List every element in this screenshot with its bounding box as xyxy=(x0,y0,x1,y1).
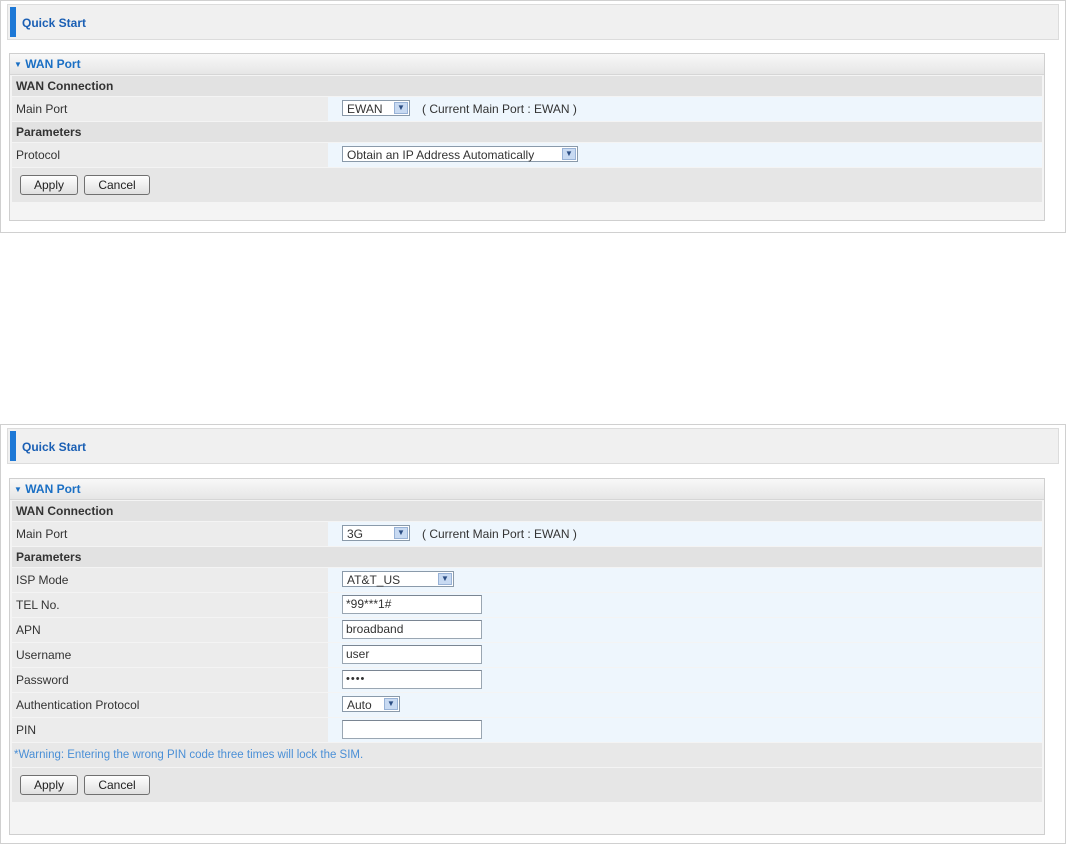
isp-mode-label: ISP Mode xyxy=(12,568,328,592)
apply-button[interactable]: Apply xyxy=(20,175,78,195)
protocol-select-value: Obtain an IP Address Automatically xyxy=(347,148,535,162)
triangle-down-icon: ▼ xyxy=(14,485,22,494)
apn-label: APN xyxy=(12,618,328,642)
wan-port-section: ▼ WAN Port WAN Connection Main Port EWAN… xyxy=(9,53,1045,221)
auth-protocol-row: Authentication Protocol Auto ▼ xyxy=(12,693,1042,717)
current-main-port-note: ( Current Main Port : EWAN ) xyxy=(422,102,577,116)
parameters-heading: Parameters xyxy=(12,547,1042,567)
main-port-select[interactable]: EWAN ▼ xyxy=(342,100,410,116)
main-port-select-value: 3G xyxy=(347,527,364,541)
quick-start-panel-3g: Quick Start ▼ WAN Port WAN Connection Ma… xyxy=(0,424,1066,844)
protocol-select[interactable]: Obtain an IP Address Automatically ▼ xyxy=(342,146,578,162)
username-value-cell: user xyxy=(328,643,1042,667)
main-port-label: Main Port xyxy=(12,97,328,121)
username-label: Username xyxy=(12,643,328,667)
wan-connection-heading: WAN Connection xyxy=(12,501,1042,521)
main-port-select[interactable]: 3G ▼ xyxy=(342,525,410,541)
tel-no-label: TEL No. xyxy=(12,593,328,617)
page-title: Quick Start xyxy=(22,440,87,454)
isp-mode-select-value: AT&T_US xyxy=(347,573,401,587)
main-port-select-value: EWAN xyxy=(347,102,383,116)
tel-no-row: TEL No. *99***1# xyxy=(12,593,1042,617)
current-main-port-note: ( Current Main Port : EWAN ) xyxy=(422,527,577,541)
parameters-heading: Parameters xyxy=(12,122,1042,142)
pin-warning-text: *Warning: Entering the wrong PIN code th… xyxy=(12,743,1042,767)
auth-protocol-select[interactable]: Auto ▼ xyxy=(342,696,400,712)
cancel-button[interactable]: Cancel xyxy=(84,175,150,195)
wan-port-section: ▼ WAN Port WAN Connection Main Port 3G ▼… xyxy=(9,478,1045,835)
password-row: Password •••• xyxy=(12,668,1042,692)
isp-mode-value-cell: AT&T_US ▼ xyxy=(328,568,1042,592)
wan-connection-heading: WAN Connection xyxy=(12,76,1042,96)
cancel-button[interactable]: Cancel xyxy=(84,775,150,795)
button-row: Apply Cancel xyxy=(12,768,1042,802)
username-input[interactable]: user xyxy=(342,645,482,664)
wan-port-title: WAN Port xyxy=(25,482,81,496)
chevron-down-icon[interactable]: ▼ xyxy=(438,573,452,585)
apply-button[interactable]: Apply xyxy=(20,775,78,795)
protocol-label: Protocol xyxy=(12,143,328,167)
triangle-down-icon: ▼ xyxy=(14,60,22,69)
protocol-row: Protocol Obtain an IP Address Automatica… xyxy=(12,143,1042,167)
header-accent-bar xyxy=(10,7,16,37)
chevron-down-icon[interactable]: ▼ xyxy=(394,102,408,114)
main-port-row: Main Port 3G ▼ ( Current Main Port : EWA… xyxy=(12,522,1042,546)
quick-start-header: Quick Start xyxy=(7,428,1059,464)
password-label: Password xyxy=(12,668,328,692)
wan-port-title: WAN Port xyxy=(25,57,81,71)
auth-protocol-value-cell: Auto ▼ xyxy=(328,693,1042,717)
quick-start-header: Quick Start xyxy=(7,4,1059,40)
chevron-down-icon[interactable]: ▼ xyxy=(394,527,408,539)
wan-port-header[interactable]: ▼ WAN Port xyxy=(10,54,1044,75)
auth-protocol-select-value: Auto xyxy=(347,698,372,712)
pin-input[interactable] xyxy=(342,720,482,739)
password-input[interactable]: •••• xyxy=(342,670,482,689)
main-port-value-cell: 3G ▼ ( Current Main Port : EWAN ) xyxy=(328,522,1042,546)
pin-value-cell xyxy=(328,718,1042,742)
quick-start-panel-ewan: Quick Start ▼ WAN Port WAN Connection Ma… xyxy=(0,0,1066,233)
wan-port-header[interactable]: ▼ WAN Port xyxy=(10,479,1044,500)
apn-row: APN broadband xyxy=(12,618,1042,642)
chevron-down-icon[interactable]: ▼ xyxy=(562,148,576,160)
chevron-down-icon[interactable]: ▼ xyxy=(384,698,398,710)
apn-input[interactable]: broadband xyxy=(342,620,482,639)
pin-label: PIN xyxy=(12,718,328,742)
isp-mode-row: ISP Mode AT&T_US ▼ xyxy=(12,568,1042,592)
main-port-value-cell: EWAN ▼ ( Current Main Port : EWAN ) xyxy=(328,97,1042,121)
isp-mode-select[interactable]: AT&T_US ▼ xyxy=(342,571,454,587)
auth-protocol-label: Authentication Protocol xyxy=(12,693,328,717)
apn-value-cell: broadband xyxy=(328,618,1042,642)
header-accent-bar xyxy=(10,431,16,461)
button-row: Apply Cancel xyxy=(12,168,1042,202)
tel-no-value-cell: *99***1# xyxy=(328,593,1042,617)
pin-row: PIN xyxy=(12,718,1042,742)
protocol-value-cell: Obtain an IP Address Automatically ▼ xyxy=(328,143,1042,167)
username-row: Username user xyxy=(12,643,1042,667)
main-port-label: Main Port xyxy=(12,522,328,546)
main-port-row: Main Port EWAN ▼ ( Current Main Port : E… xyxy=(12,97,1042,121)
password-value-cell: •••• xyxy=(328,668,1042,692)
page-title: Quick Start xyxy=(22,16,87,30)
tel-no-input[interactable]: *99***1# xyxy=(342,595,482,614)
